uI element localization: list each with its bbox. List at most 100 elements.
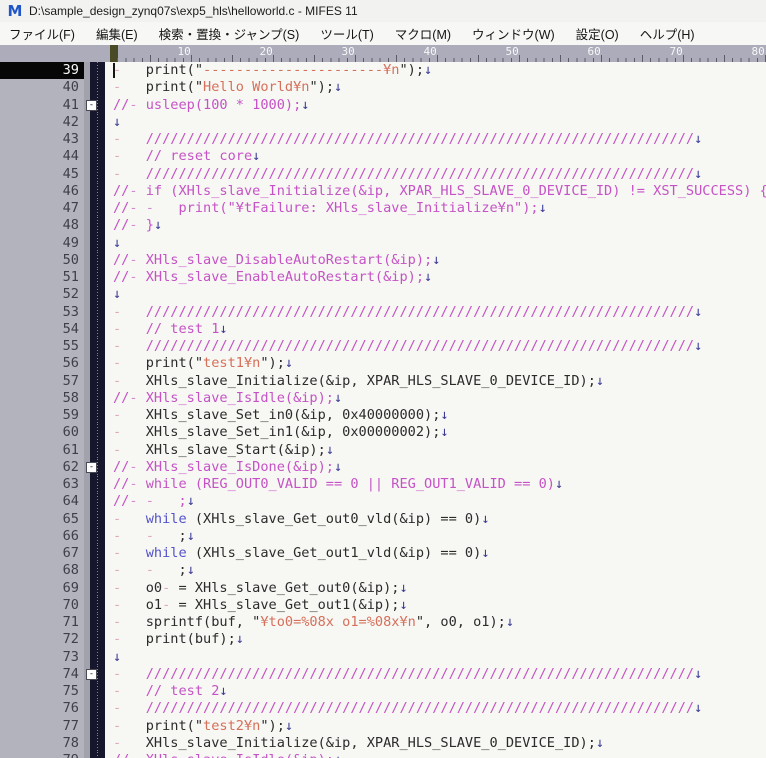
code-content[interactable]: - print("----------------------¥n");↓ (105, 62, 766, 79)
code-content[interactable]: ↓ (105, 286, 766, 303)
code-content[interactable]: //- }↓ (105, 217, 766, 234)
newline-mark-icon: ↓ (694, 166, 702, 182)
code-text: (XHls_slave_Get_out1_vld(&ip) == 0) (187, 545, 482, 561)
code-content[interactable]: - - ;↓ (105, 562, 766, 579)
tab-mark: - (146, 562, 179, 578)
code-content[interactable]: - //////////////////////////////////////… (105, 304, 766, 321)
code-line-70: 70- o1- = XHls_slave_Get_out1(&ip);↓ (0, 597, 766, 614)
newline-mark-icon: ↓ (187, 493, 195, 509)
code-line-67: 67- while (XHls_slave_Get_out1_vld(&ip) … (0, 545, 766, 562)
tab-mark: - (113, 666, 146, 682)
code-content[interactable]: //- usleep(100 * 1000);↓ (105, 97, 766, 114)
code-content[interactable]: - XHls_slave_Initialize(&ip, XPAR_HLS_SL… (105, 373, 766, 390)
menu-item-3[interactable]: 検索・置換・ジャンプ(S) (159, 24, 300, 43)
code-content[interactable]: - o1- = XHls_slave_Get_out1(&ip);↓ (105, 597, 766, 614)
code-line-75: 75- // test 2↓ (0, 683, 766, 700)
code-content[interactable]: - print("Hello World¥n");↓ (105, 79, 766, 96)
tab-mark: - (129, 752, 145, 758)
code-line-52: 52↓ (0, 286, 766, 303)
code-content[interactable]: //- XHls_slave_IsDone(&ip);↓ (105, 459, 766, 476)
fold-toggle-icon[interactable]: - (86, 462, 97, 473)
comment-fill: ////////////////////////////////////////… (146, 700, 694, 716)
line-number: 64 (0, 493, 84, 510)
code-content[interactable]: //- while (REG_OUT0_VALID == 0 || REG_OU… (105, 476, 766, 493)
line-number: 63 (0, 476, 84, 493)
code-content[interactable]: - sprintf(buf, "¥to0=%08x o1=%08x¥n", o0… (105, 614, 766, 631)
editor-area[interactable]: 39- print("----------------------¥n");↓4… (0, 62, 766, 758)
menu-item-4[interactable]: ツール(T) (320, 24, 373, 43)
code-content[interactable]: //- XHls_slave_IsIdle(&ip);↓ (105, 390, 766, 407)
comment-text: // (113, 252, 129, 268)
newline-mark-icon: ↓ (539, 200, 547, 216)
newline-mark-icon: ↓ (113, 114, 121, 130)
code-content[interactable]: - print("test2¥n");↓ (105, 718, 766, 735)
newline-mark-icon: ↓ (285, 718, 293, 734)
code-content[interactable]: - XHls_slave_Set_in0(&ip, 0x40000000);↓ (105, 407, 766, 424)
tab-mark: - (113, 528, 146, 544)
newline-mark-icon: ↓ (219, 683, 227, 699)
ruler-label-10: 10 (167, 46, 191, 58)
code-content[interactable]: //- - print("¥tFailure: XHls_slave_Initi… (105, 200, 766, 217)
code-line-60: 60- XHls_slave_Set_in1(&ip, 0x00000002);… (0, 424, 766, 441)
menu-item-6[interactable]: ウィンドウ(W) (472, 24, 555, 43)
code-text: sprintf(buf, " (146, 614, 261, 630)
line-number: 71 (0, 614, 84, 631)
code-content[interactable]: - //////////////////////////////////////… (105, 338, 766, 355)
code-content[interactable]: //- XHls_slave_IsIdle(&ip);↓ (105, 752, 766, 758)
code-content[interactable]: - o0- = XHls_slave_Get_out0(&ip);↓ (105, 580, 766, 597)
code-content[interactable]: - - ;↓ (105, 528, 766, 545)
code-content[interactable]: - print("test1¥n");↓ (105, 355, 766, 372)
code-content[interactable]: ↓ (105, 235, 766, 252)
line-number: 57 (0, 373, 84, 390)
code-content[interactable]: - //////////////////////////////////////… (105, 131, 766, 148)
menu-item-7[interactable]: 設定(O) (576, 24, 619, 43)
code-text: "); (309, 79, 334, 95)
code-content[interactable]: - //////////////////////////////////////… (105, 666, 766, 683)
comment-text: // test 2 (146, 683, 220, 699)
code-content[interactable]: - // reset core↓ (105, 148, 766, 165)
menu-item-5[interactable]: マクロ(M) (395, 24, 451, 43)
tab-mark: - (129, 217, 145, 233)
newline-mark-icon: ↓ (334, 752, 342, 758)
menu-item-8[interactable]: ヘルプ(H) (640, 24, 695, 43)
code-content[interactable]: - while (XHls_slave_Get_out0_vld(&ip) ==… (105, 511, 766, 528)
mifes-app-icon: M (7, 3, 23, 19)
code-text: "); (399, 62, 424, 78)
code-content[interactable]: //- XHls_slave_EnableAutoRestart(&ip);↓ (105, 269, 766, 286)
code-content[interactable]: //- if (XHls_slave_Initialize(&ip, XPAR_… (105, 183, 766, 200)
line-number: 73 (0, 649, 84, 666)
code-content[interactable]: - XHls_slave_Initialize(&ip, XPAR_HLS_SL… (105, 735, 766, 752)
line-number: 58 (0, 390, 84, 407)
code-content[interactable]: - // test 1↓ (105, 321, 766, 338)
menu-item-1[interactable]: ファイル(F) (9, 24, 75, 43)
code-text: = XHls_slave_Get_out0(&ip); (179, 580, 400, 596)
code-content[interactable]: - // test 2↓ (105, 683, 766, 700)
fold-gutter (90, 442, 105, 459)
fold-toggle-icon[interactable]: - (86, 100, 97, 111)
fold-toggle-icon[interactable]: - (86, 669, 97, 680)
tab-mark: - (113, 683, 146, 699)
menu-item-2[interactable]: 編集(E) (96, 24, 138, 43)
code-content[interactable]: - //////////////////////////////////////… (105, 166, 766, 183)
code-content[interactable]: ↓ (105, 114, 766, 131)
code-content[interactable]: - XHls_slave_Start(&ip);↓ (105, 442, 766, 459)
code-content[interactable]: - XHls_slave_Set_in1(&ip, 0x00000002);↓ (105, 424, 766, 441)
code-line-58: 58 //- XHls_slave_IsIdle(&ip);↓ (0, 390, 766, 407)
code-text: ; (179, 528, 187, 544)
comment-fill: ////////////////////////////////////////… (146, 131, 694, 147)
tab-mark: - (113, 166, 146, 182)
newline-mark-icon: ↓ (326, 442, 334, 458)
code-content[interactable]: //- XHls_slave_DisableAutoRestart(&ip);↓ (105, 252, 766, 269)
line-number: 51 (0, 269, 84, 286)
code-content[interactable]: ↓ (105, 649, 766, 666)
code-line-71: 71 - sprintf(buf, "¥to0=%08x o1=%08x¥n", … (0, 614, 766, 631)
code-content[interactable]: - print(buf);↓ (105, 631, 766, 648)
line-number: 77 (0, 718, 84, 735)
fold-gutter (90, 286, 105, 303)
code-content[interactable]: //- - ;↓ (105, 493, 766, 510)
code-content[interactable]: - //////////////////////////////////////… (105, 700, 766, 717)
tab-mark: - (113, 597, 146, 613)
code-text: print(" (146, 62, 203, 78)
tab-mark: - (113, 321, 146, 337)
code-content[interactable]: - while (XHls_slave_Get_out1_vld(&ip) ==… (105, 545, 766, 562)
